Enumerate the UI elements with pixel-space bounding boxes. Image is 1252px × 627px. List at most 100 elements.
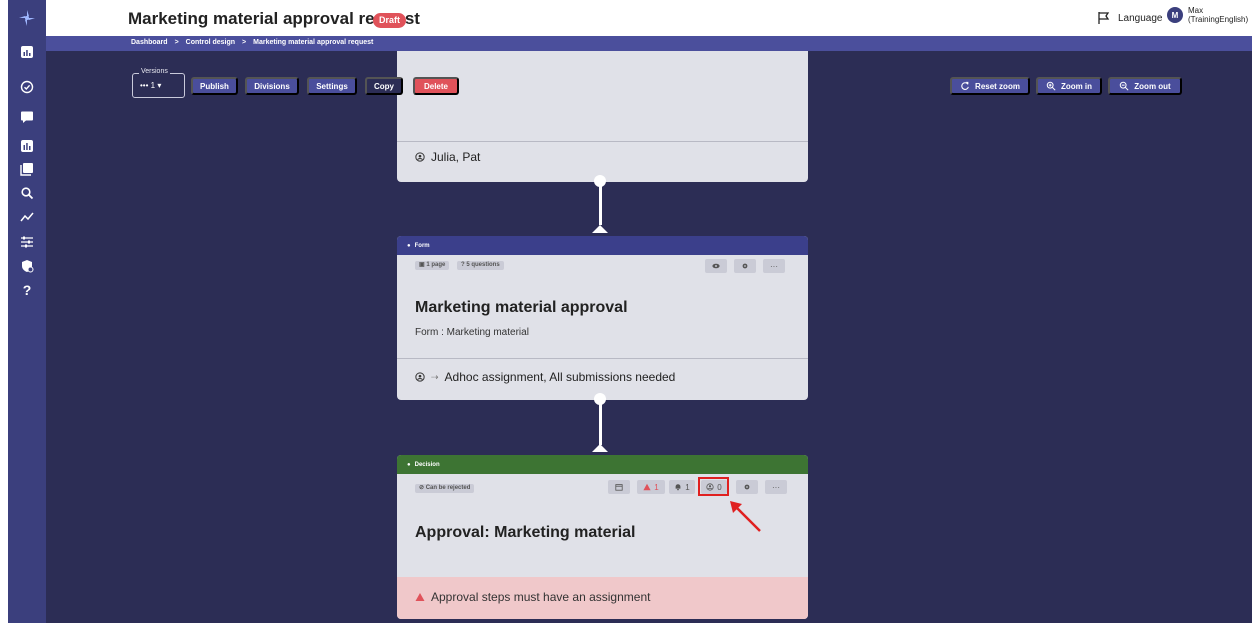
dashboard-icon[interactable] [8,42,46,62]
more-options-button[interactable]: ··· [765,480,787,494]
more-options-button[interactable]: ··· [763,259,785,273]
reset-zoom-button[interactable]: Reset zoom [950,77,1030,95]
user-name-line1: Max [1188,6,1204,15]
breadcrumb-current: Marketing material approval request [253,39,374,46]
shield-icon[interactable] [8,256,46,276]
user-menu[interactable]: M Max (TrainingEnglish) [1167,6,1248,24]
flag-icon [1098,12,1110,24]
calendar-icon [615,484,623,491]
gear-icon [744,484,750,490]
breadcrumb-separator: > [242,39,247,46]
avatar: M [1167,7,1183,23]
annotation-arrow-icon [730,501,761,532]
connector-arrow-icon [592,225,608,233]
divisions-button[interactable]: Divisions [245,77,299,95]
question-count-chip: ? 5 questions [457,261,504,270]
user-group-icon [415,372,425,382]
form-card-header: ● Form [397,236,808,255]
user-name-line2: (TrainingEnglish) [1188,15,1249,24]
decision-card-header: ● Decision [397,455,808,474]
refresh-icon [961,81,969,90]
adhoc-icon: ⇢ [431,371,439,382]
assignees-row: Julia, Pat [415,150,480,164]
top-header: Marketing material approval request Draf… [46,0,1252,36]
preview-button[interactable] [705,259,727,273]
filters-icon[interactable] [8,232,46,252]
copy-button[interactable]: Copy [365,77,403,95]
library-icon[interactable] [8,159,46,179]
bell-icon [675,484,681,491]
step-settings-button[interactable] [736,480,758,494]
sidebar: ? [8,0,46,623]
breadcrumb: Dashboard > Control design > Marketing m… [131,39,373,46]
deadline-button[interactable] [608,480,630,494]
versions-value: ••• 1 ▾ [140,81,161,90]
rejectable-chip: ⊘ Can be rejected [415,484,475,493]
more-icon: ··· [770,261,778,271]
connector-arrow-icon [592,444,608,452]
breadcrumb-dashboard[interactable]: Dashboard [131,39,168,46]
assignment-row: ⇢ Adhoc assignment, All submissions need… [415,370,675,384]
more-icon: ··· [772,482,780,492]
breadcrumb-control-design[interactable]: Control design [186,39,235,46]
zoom-in-label: Zoom in [1060,81,1093,91]
language-label: Language [1118,12,1163,24]
breadcrumb-separator: > [174,39,179,46]
versions-select[interactable]: Versions ••• 1 ▾ [132,68,185,98]
card-type-label: Form [414,242,430,249]
zoom-in-icon [1046,81,1056,91]
warning-count: 1 [654,482,659,492]
search-icon[interactable] [8,183,46,203]
versions-label: Versions [139,68,170,75]
warning-icon [643,483,651,491]
help-icon[interactable]: ? [8,280,46,300]
info-icon: ● [407,461,411,468]
warning-icon [415,593,425,601]
reset-zoom-label: Reset zoom [975,81,1020,91]
reports-icon[interactable] [8,136,46,156]
logo-icon[interactable] [8,4,46,32]
chevron-down-icon: ▾ [157,81,162,90]
assignment-label: Adhoc assignment, All submissions needed [444,370,676,384]
page-count-chip: ▣ 1 page [415,261,450,270]
question-count: 5 questions [466,262,500,268]
check-icon[interactable] [8,77,46,97]
app-root: ? Marketing material approval request Dr… [0,0,1252,627]
notifications-button[interactable]: 1 [669,480,695,494]
breadcrumb-bar: Dashboard > Control design > Marketing m… [46,36,1252,51]
step-settings-button[interactable] [734,259,756,273]
trend-icon[interactable] [8,207,46,227]
card-type-label: Decision [414,461,440,468]
card-title: Approval: Marketing material [415,524,636,541]
publish-button[interactable]: Publish [191,77,238,95]
zoom-out-label: Zoom out [1134,81,1171,91]
warnings-button[interactable]: 1 [637,480,665,494]
language-switcher[interactable]: Language [1097,11,1163,25]
reject-icon: ⊘ [419,485,426,491]
page-count: 1 page [426,262,446,268]
validation-warning: Approval steps must have an assignment [397,577,808,619]
connector-line [599,185,602,225]
card-divider [397,358,808,359]
settings-button[interactable]: Settings [307,77,357,95]
eye-icon [712,263,720,269]
notification-count: 1 [685,482,690,492]
card-subtitle: Form : Marketing material [415,327,529,338]
chat-icon[interactable] [8,107,46,127]
delete-button[interactable]: Delete [413,77,459,95]
zoom-in-button[interactable]: Zoom in [1036,77,1102,95]
connector-line [599,403,602,445]
card-divider [397,141,808,142]
user-name: Max (TrainingEnglish) [1188,6,1248,24]
warning-message: Approval steps must have an assignment [431,590,651,604]
form-step-card[interactable]: ● Form ▣ 1 page ? 5 questions ··· Market… [397,236,808,400]
assignees-label: Julia, Pat [431,150,481,164]
workflow-canvas[interactable]: Julia, Pat Versions ••• 1 ▾ Publish Divi… [46,51,1252,623]
zoom-out-icon [1120,81,1129,91]
status-badge: Draft [373,13,407,28]
assignment-step-card[interactable]: Julia, Pat [397,51,808,182]
warning-row: Approval steps must have an assignment [415,590,650,604]
zoom-out-button[interactable]: Zoom out [1108,77,1182,95]
rejectable-label: Can be rejected [425,485,471,491]
decision-step-card[interactable]: ● Decision ⊘ Can be rejected 1 1 0 ··· A… [397,455,808,619]
